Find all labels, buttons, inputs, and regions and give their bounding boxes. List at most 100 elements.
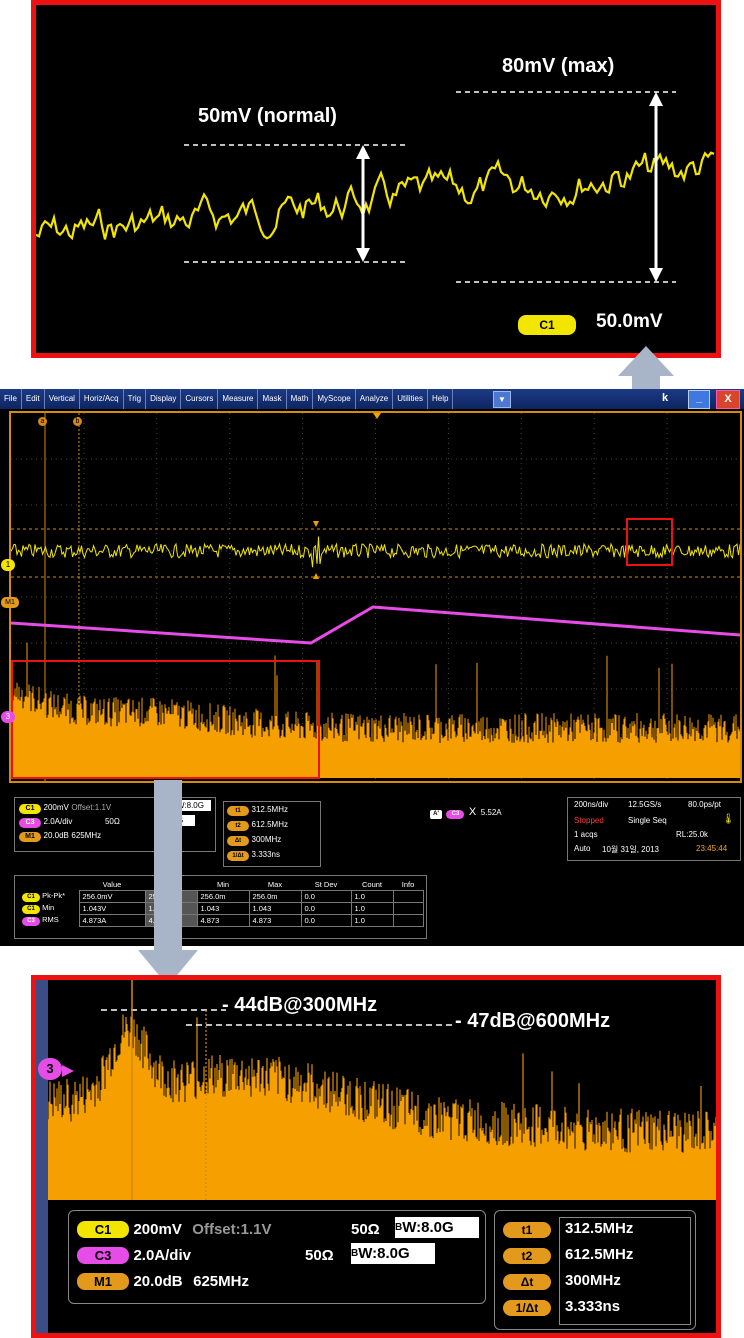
bottom-zoom-panel: - 44dB@300MHz - 47dB@600MHz 3 C1 200mV O… bbox=[31, 975, 721, 1338]
row-badge: C3 bbox=[22, 917, 40, 926]
cursor-b-handle[interactable]: b bbox=[73, 417, 82, 426]
ch3-trace bbox=[11, 605, 740, 645]
trigger-source-badge[interactable]: C3 bbox=[446, 810, 465, 819]
label-normal: 50mV (normal) bbox=[198, 105, 337, 127]
c1-badge-zoom[interactable]: C1 bbox=[77, 1221, 129, 1238]
time: 23:45:44 bbox=[696, 844, 728, 853]
timebase: 200ns/div bbox=[574, 800, 609, 809]
m1-freq: 625MHz bbox=[71, 831, 102, 840]
m1-freq-zoom: 625MHz bbox=[193, 1273, 249, 1290]
horizontal-acq-panel: 200ns/div 12.5GS/s 80.0ps/pt Stopped Sin… bbox=[567, 797, 741, 861]
label-300mhz: - 44dB@300MHz bbox=[222, 994, 378, 1016]
t2-value: 612.5MHz bbox=[251, 820, 288, 829]
c3-badge-zoom[interactable]: C3 bbox=[77, 1247, 129, 1264]
record-length: RL:25.0k bbox=[676, 830, 709, 839]
c1-bandwidth-zoom[interactable]: BW:8.0G bbox=[395, 1217, 479, 1238]
trigger-slope-icon: X bbox=[468, 806, 477, 818]
c1-badge[interactable]: C1 bbox=[19, 804, 41, 814]
ch3-pointer-icon bbox=[62, 1065, 74, 1077]
delta-t-value-zoom: 300MHz bbox=[565, 1272, 621, 1289]
c1-scale: 200mV bbox=[43, 803, 69, 812]
dropdown-arrow-icon[interactable]: ▼ bbox=[493, 391, 511, 408]
c3-scale: 2.0A/div bbox=[43, 817, 73, 826]
cursor-panel-zoom: t1 312.5MHz t2 612.5MHz Δt 300MHz 1/Δt 3… bbox=[494, 1210, 696, 1330]
delta-t-badge[interactable]: Δt bbox=[227, 836, 249, 846]
thermometer-icon: 🌡 bbox=[722, 814, 735, 825]
menu-help[interactable]: Help bbox=[428, 389, 454, 409]
zoom-arrow-down-icon bbox=[138, 780, 198, 986]
cursor-panel: t1 312.5MHz t2 612.5MHz Δt 300MHz 1/Δt 3… bbox=[223, 801, 321, 867]
zoom-region-top bbox=[626, 518, 673, 566]
t1-badge-zoom[interactable]: t1 bbox=[503, 1222, 551, 1238]
menu-trig[interactable]: Trig bbox=[124, 389, 147, 409]
t1-badge[interactable]: t1 bbox=[227, 806, 249, 816]
menu-file[interactable]: File bbox=[0, 389, 22, 409]
m1-scale-zoom: 20.0dB bbox=[133, 1273, 183, 1290]
menu-bar: File Edit Vertical Horiz/Acq Trig Display Curs… bbox=[0, 389, 744, 409]
menu-edit[interactable]: Edit bbox=[22, 389, 45, 409]
c1-scale-label: 50.0mV bbox=[596, 311, 663, 332]
delta-t-value: 300MHz bbox=[251, 835, 282, 844]
c1-badge: C1 bbox=[518, 315, 576, 335]
menu-mask[interactable]: Mask bbox=[258, 389, 287, 409]
menu-cursors[interactable]: Cursors bbox=[181, 389, 219, 409]
ch3-marker-zoom[interactable]: 3 bbox=[38, 1058, 62, 1080]
trigger-marker-top bbox=[313, 521, 319, 527]
sample-rate: 12.5GS/s bbox=[628, 800, 662, 809]
date: 10월 31일, 2013 bbox=[602, 845, 659, 854]
top-zoom-panel: 50mV (normal) 80mV (max) C1 50.0mV bbox=[31, 0, 721, 358]
c1-scale-zoom: 200mV bbox=[133, 1221, 182, 1238]
m1-marker[interactable]: M1 bbox=[1, 597, 19, 608]
m1-badge-zoom[interactable]: M1 bbox=[77, 1273, 129, 1290]
acq-count: 1 acqs bbox=[574, 830, 598, 839]
c1-offset: Offset:1.1V bbox=[71, 803, 112, 812]
oscilloscope-window: File Edit Vertical Horiz/Acq Trig Display Curs… bbox=[0, 389, 744, 946]
t1-value-zoom: 312.5MHz bbox=[565, 1220, 634, 1237]
c1-offset-zoom: Offset:1.1V bbox=[192, 1221, 272, 1238]
trigger-mode: Auto bbox=[574, 844, 591, 853]
m1-badge[interactable]: M1 bbox=[19, 832, 41, 842]
close-button[interactable]: X bbox=[716, 390, 740, 409]
menu-utilities[interactable]: Utilities bbox=[393, 389, 428, 409]
inv-delta-t-value-zoom: 3.333ns bbox=[565, 1298, 621, 1315]
menu-myscope[interactable]: MyScope bbox=[313, 389, 356, 409]
t2-badge-zoom[interactable]: t2 bbox=[503, 1248, 551, 1264]
acq-state: Stopped bbox=[574, 816, 604, 825]
minimize-button[interactable]: _ bbox=[688, 390, 710, 409]
menu-math[interactable]: Math bbox=[287, 389, 314, 409]
menu-measure[interactable]: Measure bbox=[218, 389, 259, 409]
trigger-readout: A' C3 X 5.52A bbox=[430, 802, 502, 820]
trigger-position-marker bbox=[373, 413, 381, 419]
c3-bandwidth-zoom[interactable]: BW:8.0G bbox=[351, 1243, 435, 1264]
table-row[interactable]: C1 Pk-Pk* 256.0mV 25 256.0m 256.0m 0.0 1… bbox=[19, 890, 424, 903]
label-600mhz: - 47dB@600MHz bbox=[455, 1010, 611, 1032]
c3-impedance-zoom: 50Ω bbox=[305, 1247, 334, 1264]
ch3-marker[interactable]: 3 bbox=[1, 711, 15, 723]
table-row[interactable]: C3 RMS 4.873A 4. 4.873 4.873 0.0 1.0 bbox=[19, 914, 424, 927]
table-row[interactable]: C1 Min 1.043V 1. 1.043 1.043 0.0 1.0 bbox=[19, 902, 424, 915]
delta-t-badge-zoom[interactable]: Δt bbox=[503, 1274, 551, 1290]
zoom-region-bottom bbox=[11, 660, 320, 779]
trigger-a-badge[interactable]: A' bbox=[430, 810, 442, 819]
c3-scale-zoom: 2.0A/div bbox=[133, 1247, 191, 1264]
inv-delta-t-badge[interactable]: 1/Δt bbox=[227, 851, 249, 861]
inv-delta-t-value: 3.333ns bbox=[251, 850, 280, 859]
row-badge: C1 bbox=[22, 905, 40, 914]
c1-impedance-zoom: 50Ω bbox=[351, 1221, 380, 1238]
trigger-marker-bottom bbox=[313, 573, 319, 579]
menu-horiz-acq[interactable]: Horiz/Acq bbox=[80, 389, 124, 409]
trigger-level: 5.52A bbox=[480, 808, 502, 817]
menu-display[interactable]: Display bbox=[146, 389, 182, 409]
brand-fragment: k bbox=[662, 392, 669, 404]
menu-vertical[interactable]: Vertical bbox=[45, 389, 80, 409]
c3-badge[interactable]: C3 bbox=[19, 818, 41, 828]
measurement-table: Value Min Max St Dev Count Info C1 Pk-Pk… bbox=[19, 879, 424, 927]
t1-value: 312.5MHz bbox=[251, 805, 288, 814]
inv-delta-t-badge-zoom[interactable]: 1/Δt bbox=[503, 1300, 551, 1316]
m1-scale: 20.0dB bbox=[43, 831, 69, 840]
ch1-marker[interactable]: 1 bbox=[1, 559, 15, 571]
cursor-a-handle[interactable]: a bbox=[38, 417, 47, 426]
menu-analyze[interactable]: Analyze bbox=[356, 389, 394, 409]
c3-impedance: 50Ω bbox=[104, 817, 120, 826]
t2-badge[interactable]: t2 bbox=[227, 821, 249, 831]
